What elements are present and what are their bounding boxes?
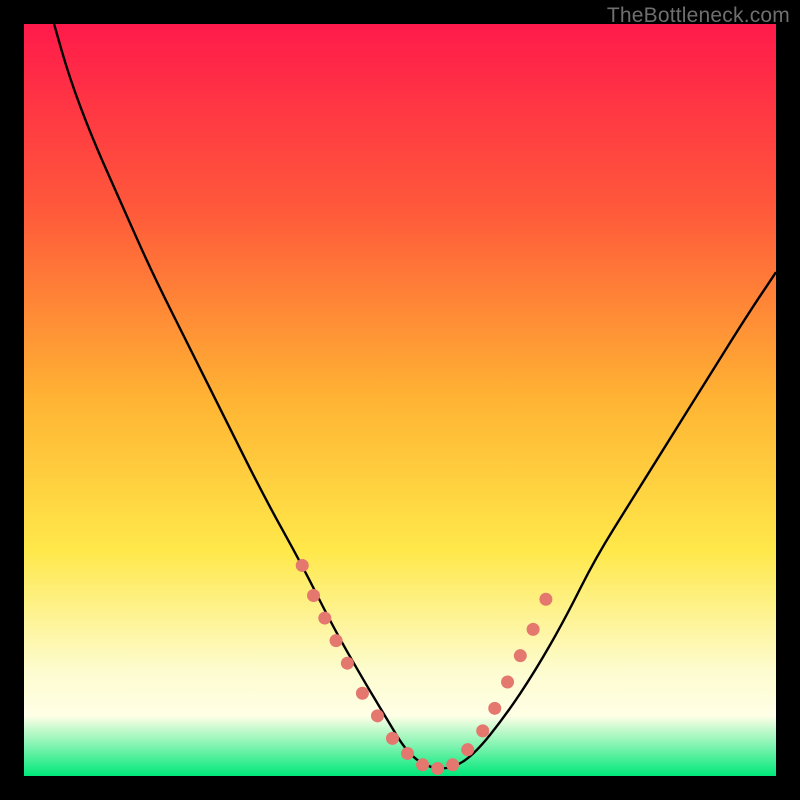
- data-marker: [488, 702, 501, 715]
- data-marker: [501, 676, 514, 689]
- data-marker: [401, 747, 414, 760]
- data-marker: [514, 649, 527, 662]
- chart-svg: [24, 24, 776, 776]
- data-marker: [431, 762, 444, 775]
- data-marker: [461, 743, 474, 756]
- plot-area: [24, 24, 776, 776]
- watermark-text: TheBottleneck.com: [607, 4, 790, 28]
- data-marker: [296, 559, 309, 572]
- data-marker: [527, 623, 540, 636]
- data-marker: [318, 612, 331, 625]
- data-marker: [341, 657, 354, 670]
- data-marker: [416, 758, 429, 771]
- data-marker: [330, 634, 343, 647]
- data-marker: [307, 589, 320, 602]
- data-marker: [356, 687, 369, 700]
- bottleneck-curve: [54, 24, 776, 768]
- data-marker: [446, 758, 459, 771]
- data-marker: [476, 724, 489, 737]
- data-marker: [386, 732, 399, 745]
- data-marker: [539, 593, 552, 606]
- marker-group: [296, 559, 553, 775]
- data-marker: [371, 709, 384, 722]
